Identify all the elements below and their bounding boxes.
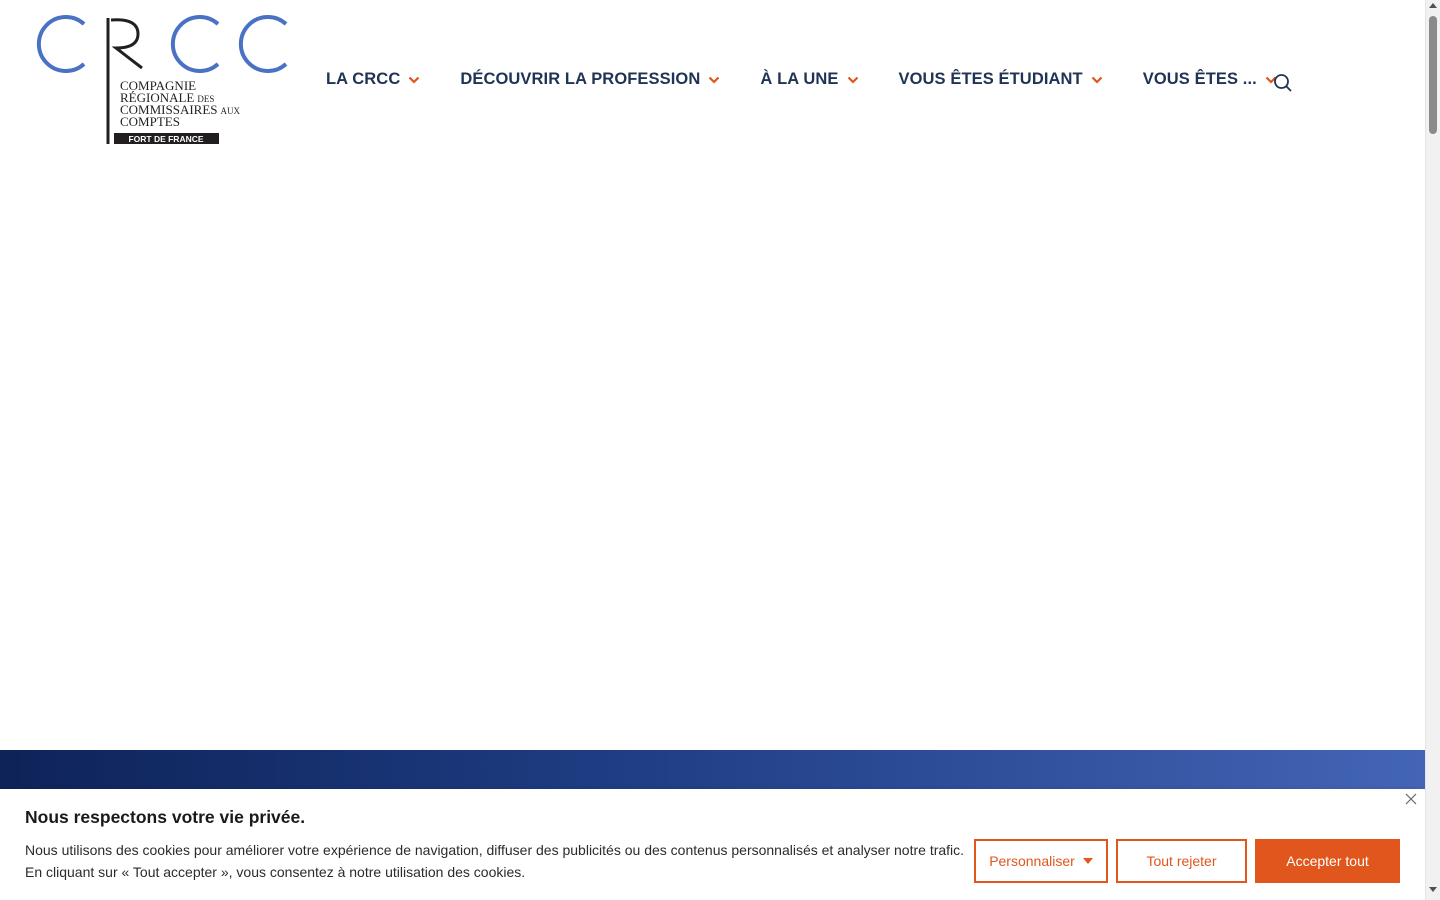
svg-text:FORT DE FRANCE: FORT DE FRANCE xyxy=(128,134,203,144)
site-logo[interactable]: COMPAGNIE RÉGIONALE DES COMMISSAIRES AUX C… xyxy=(34,14,290,148)
scroll-down-arrow-icon[interactable] xyxy=(1429,887,1437,892)
reject-all-button-label: Tout rejeter xyxy=(1146,853,1217,869)
nav-item-la-crcc[interactable]: LA CRCC xyxy=(326,70,420,89)
logo-graphic: COMPAGNIE RÉGIONALE DES COMMISSAIRES AUX C… xyxy=(36,15,288,144)
nav-item-label: LA CRCC xyxy=(326,70,401,88)
nav-item-label: VOUS ÊTES ÉTUDIANT xyxy=(898,70,1083,88)
customize-button[interactable]: Personnaliser xyxy=(974,839,1108,883)
chevron-down-icon xyxy=(1091,76,1103,84)
svg-text:COMPTES: COMPTES xyxy=(120,114,180,129)
cookie-title: Nous respectons votre vie privée. xyxy=(25,807,306,827)
scrollbar-thumb[interactable] xyxy=(1429,16,1437,134)
search-icon[interactable] xyxy=(1273,73,1293,98)
close-icon[interactable] xyxy=(1405,792,1417,810)
scrollbar[interactable] xyxy=(1425,0,1440,900)
nav-item-decouvrir-la-profession[interactable]: DÉCOUVRIR LA PROFESSION xyxy=(460,70,720,89)
nav-item-vous-etes[interactable]: VOUS ÊTES ... xyxy=(1143,70,1277,89)
caret-down-icon xyxy=(1082,858,1093,864)
reject-all-button[interactable]: Tout rejeter xyxy=(1116,839,1247,883)
nav-item-label: VOUS ÊTES ... xyxy=(1142,70,1257,88)
chevron-down-icon xyxy=(847,76,859,84)
nav-item-vous-etes-etudiant[interactable]: VOUS ÊTES ÉTUDIANT xyxy=(899,70,1103,89)
cookie-banner: Nous respectons votre vie privée. Nous u… xyxy=(0,789,1425,900)
scroll-up-arrow-icon[interactable] xyxy=(1429,3,1437,8)
page: COMPAGNIE RÉGIONALE DES COMMISSAIRES AUX C… xyxy=(0,0,1425,900)
accept-all-button-label: Accepter tout xyxy=(1286,853,1369,869)
main-nav: LA CRCC DÉCOUVRIR LA PROFESSION À LA UNE… xyxy=(326,70,1317,89)
customize-button-label: Personnaliser xyxy=(989,853,1075,869)
nav-item-label: DÉCOUVRIR LA PROFESSION xyxy=(460,70,701,88)
nav-item-a-la-une[interactable]: À LA UNE xyxy=(760,70,858,89)
nav-item-label: À LA UNE xyxy=(760,70,839,88)
chevron-down-icon xyxy=(408,76,420,84)
cookie-text: Nous utilisons des cookies pour améliore… xyxy=(25,842,965,880)
chevron-down-icon xyxy=(708,76,720,84)
accept-all-button[interactable]: Accepter tout xyxy=(1255,839,1400,883)
